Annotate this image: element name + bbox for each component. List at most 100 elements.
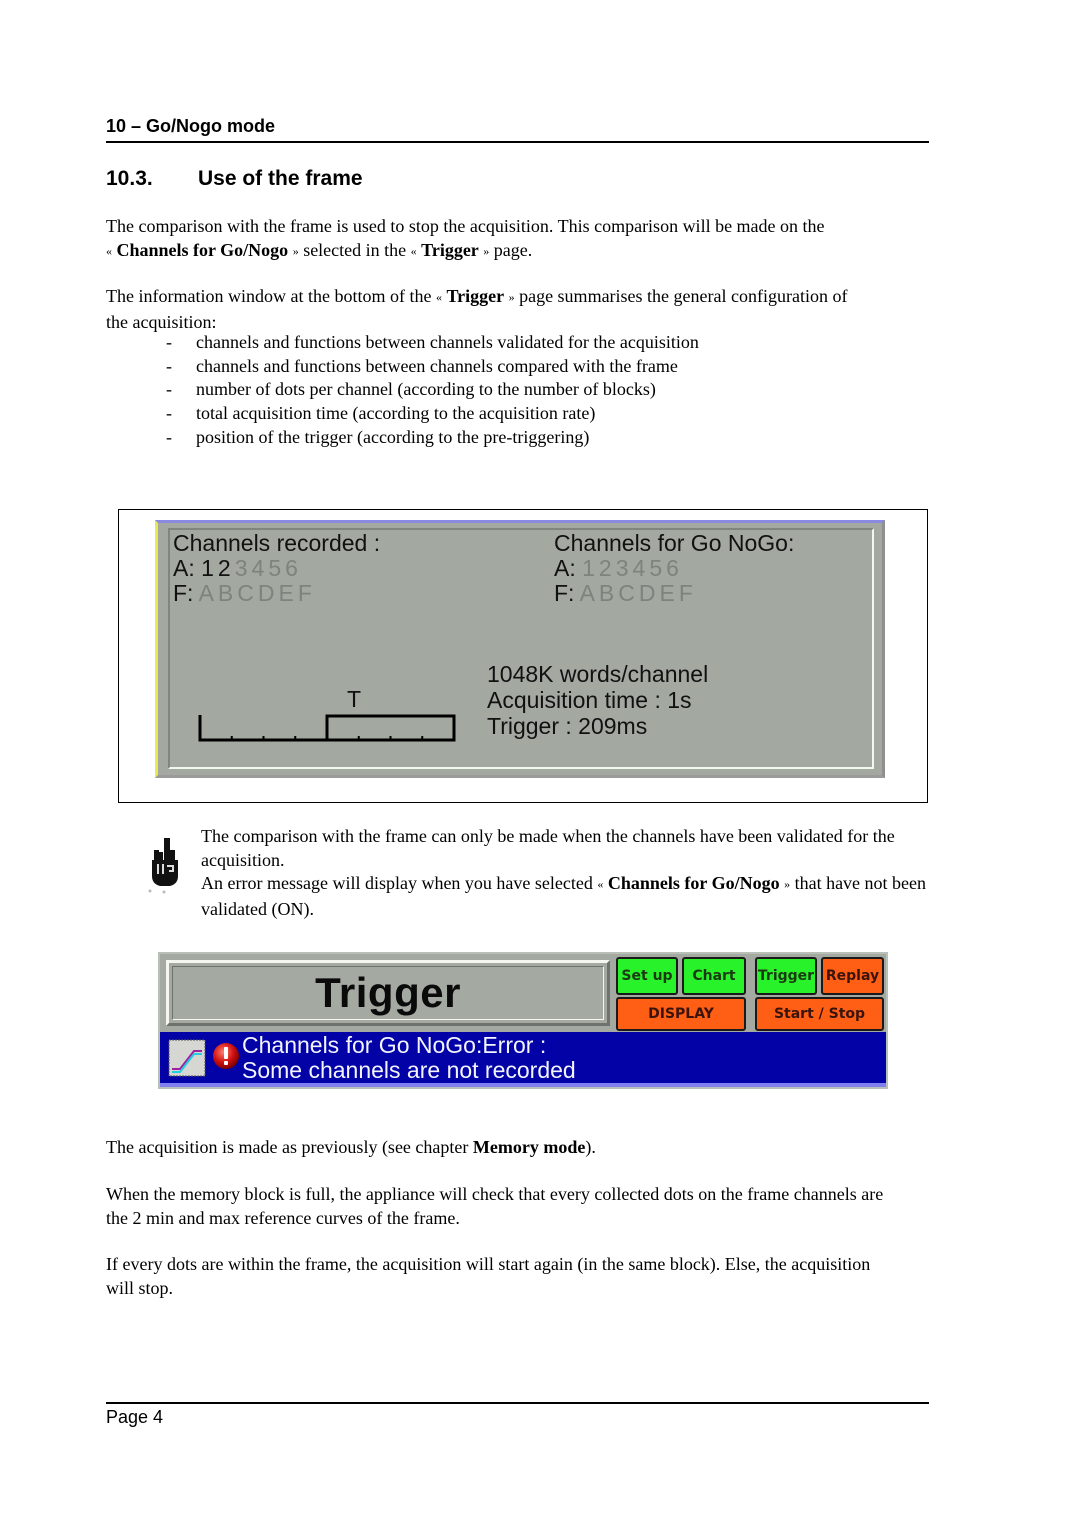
function-item: A [579, 580, 595, 606]
function-item: C [618, 580, 635, 606]
function-item: D [257, 580, 275, 606]
chart-button[interactable]: Chart [682, 957, 746, 995]
term-memory-mode: Memory mode [472, 1137, 586, 1157]
text: The acquisition is made as previously (s… [106, 1137, 469, 1157]
intro-paragraph: The comparison with the frame is used to… [106, 215, 936, 264]
display-button[interactable]: DISPLAY [616, 997, 746, 1031]
channel-item: 3 [234, 555, 248, 581]
bullet-dash: - [166, 332, 172, 352]
list-item: - number of dots per channel (according t… [106, 378, 936, 402]
channel-item: 2 [598, 555, 612, 581]
list-item-text: position of the trigger (according to th… [196, 426, 590, 447]
trigger-timeline [198, 714, 456, 742]
channel-item: 5 [649, 555, 663, 581]
replay-button[interactable]: Replay [821, 957, 884, 995]
channel-item: 3 [615, 555, 629, 581]
acquisition-time: Acquisition time : 1s [487, 687, 692, 713]
error-alert-icon [213, 1043, 239, 1069]
text: ). [585, 1137, 596, 1157]
chapter-header: 10 – Go/Nogo mode [106, 116, 929, 143]
error-line-1: Channels for Go NoGo:Error : [242, 1032, 547, 1058]
channel-item: 6 [666, 555, 679, 581]
text: selected in the [303, 239, 407, 260]
function-item: A [198, 580, 214, 606]
channel-item: 5 [268, 555, 282, 581]
channel-item: 1 [201, 555, 214, 581]
acquisition-paragraph: The acquisition is made as previously (s… [106, 1136, 936, 1160]
timeline-tick [357, 736, 360, 739]
setup-button[interactable]: Set up [616, 957, 678, 995]
info-window-paragraph: The information window at the bottom of … [106, 285, 866, 334]
function-item: F [297, 580, 312, 606]
section-heading: Use of the frame [198, 167, 363, 190]
trigger-marker: T [347, 686, 362, 712]
trigger-button[interactable]: Trigger [755, 957, 817, 995]
trigger-screen: Trigger Set up Chart Trigger Replay DISP… [158, 952, 888, 1089]
error-message: Channels for Go NoGo:Error : Some channe… [242, 1033, 576, 1083]
bullet-dash: - [166, 403, 172, 424]
footer-divider [106, 1402, 929, 1404]
function-prefix: F: [554, 580, 575, 606]
screen-title-inner: Trigger [172, 966, 604, 1020]
channel-item: 4 [632, 555, 646, 581]
config-list: - channels and functions between channels… [106, 331, 936, 450]
text: The comparison with the frame is used to… [106, 216, 825, 236]
list-item-text: channels and functions between channels … [196, 355, 678, 376]
list-item-text: channels and functions between channels … [196, 332, 699, 352]
close-quote: » [508, 290, 515, 304]
channels-recorded-title: Channels recorded : [173, 530, 381, 556]
recorded-analog-row: A: 123456 [173, 555, 302, 582]
open-quote: « [410, 243, 417, 258]
error-line-2: Some channels are not recorded [242, 1057, 576, 1083]
list-item: - channels and functions between channels… [106, 331, 936, 355]
timeline-tick [262, 736, 265, 739]
function-item: E [278, 580, 294, 606]
term-channels-for-gonogo: Channels for Go/Nogo [116, 239, 289, 260]
open-quote: « [435, 290, 442, 304]
bullet-dash: - [166, 426, 172, 447]
channel-item: 1 [582, 555, 595, 581]
text: page. [493, 239, 533, 260]
term-trigger: Trigger [446, 286, 505, 306]
screen-title: Trigger [315, 969, 461, 1016]
function-item: B [217, 580, 234, 606]
page-number: Page 4 [106, 1407, 164, 1427]
bullet-dash: - [166, 379, 172, 400]
channel-item: 2 [217, 555, 231, 581]
recorded-function-channels: ABCDEF [199, 580, 316, 606]
open-quote: « [597, 877, 604, 891]
list-item: - total acquisition time (according to th… [106, 402, 936, 426]
list-item: - position of the trigger (according to t… [106, 426, 936, 450]
memory-block-paragraph: When the memory block is full, the appli… [106, 1184, 884, 1228]
function-item: D [638, 580, 656, 606]
start-stop-button[interactable]: Start / Stop [755, 997, 884, 1031]
close-quote: » [292, 243, 299, 258]
close-quote: » [784, 877, 791, 891]
pointing-hand-icon [148, 838, 178, 894]
function-item: B [598, 580, 615, 606]
trigger-time: Trigger : 209ms [487, 713, 648, 739]
open-quote: « [106, 243, 112, 258]
bullet-dash: - [166, 355, 172, 376]
text: The information window at the bottom of … [106, 286, 432, 306]
gonogo-analog-channels: 123456 [582, 555, 683, 581]
recorded-analog-channels: 123456 [201, 555, 302, 581]
frame-check-paragraph: If every dots are within the frame, the … [106, 1254, 871, 1298]
section-title: 10.3. Use of the frame [106, 167, 363, 191]
section-number: 10.3. [106, 167, 153, 190]
analog-prefix: A: [554, 555, 576, 581]
curve-icon [168, 1039, 206, 1077]
words-per-channel: 1048K words/channel [487, 661, 709, 687]
timeline-tick [421, 736, 424, 739]
note-line-2: An error message will display when you h… [201, 873, 593, 893]
timeline-tick [389, 736, 392, 739]
close-quote: » [483, 243, 490, 258]
gonogo-function-channels: ABCDEF [580, 580, 697, 606]
screen-title-box: Trigger [166, 960, 610, 1026]
channel-item: 4 [251, 555, 265, 581]
channels-gonogo-title: Channels for Go NoGo: [554, 530, 795, 556]
timeline-tick [294, 736, 297, 739]
channel-item: 6 [285, 555, 298, 581]
note-text: The comparison with the frame can only b… [201, 825, 941, 921]
function-prefix: F: [173, 580, 194, 606]
